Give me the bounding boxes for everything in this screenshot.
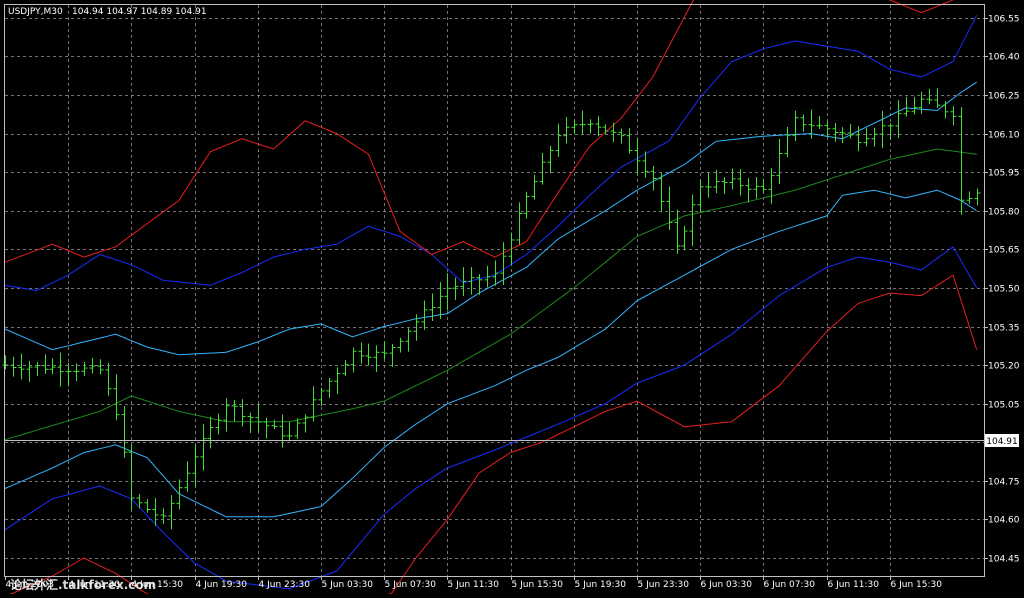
y-tick-label: 105.20	[988, 362, 1020, 372]
y-tick-label: 104.75	[988, 478, 1020, 488]
x-tick-label: 6 Jun 03:30	[701, 580, 753, 590]
y-tick-label: 104.45	[988, 555, 1020, 565]
chart-ohlc-label: 104.94 104.97 104.89 104.91	[72, 7, 207, 17]
y-tick-label: 105.80	[988, 208, 1020, 218]
y-tick-label: 105.50	[988, 285, 1020, 295]
x-tick-label: 5 Jun 15:30	[512, 580, 564, 590]
x-tick-label: 5 Jun 03:30	[322, 580, 374, 590]
y-tick-label: 105.05	[988, 401, 1020, 411]
y-tick-label: 106.10	[988, 131, 1020, 141]
x-tick-label: 4 Jun 23:30	[259, 580, 311, 590]
chart-symbol-label: USDJPY,M30	[8, 7, 63, 17]
x-tick-label: 5 Jun 11:30	[448, 580, 500, 590]
y-tick-label: 105.35	[988, 324, 1020, 334]
price-chart[interactable]: 106.55 106.40 106.25 106.10 105.95 105.80 105.…	[0, 0, 1024, 597]
y-tick-label: 105.95	[988, 169, 1020, 179]
chart-canvas[interactable]: 106.55 106.40 106.25 106.10 105.95 105.80 105.…	[0, 0, 1024, 597]
x-tick-label: 5 Jun 19:30	[575, 580, 627, 590]
price-tag: 104.91	[985, 434, 1019, 447]
y-tick-label: 104.60	[988, 516, 1020, 526]
x-tick-label: 6 Jun 15:30	[891, 580, 943, 590]
y-axis: 106.55 106.40 106.25 106.10 105.95 105.80 105.…	[984, 15, 1020, 565]
y-tick-label: 105.65	[988, 246, 1020, 256]
x-tick-label: 6 Jun 11:30	[828, 580, 880, 590]
x-tick-label: 5 Jun 07:30	[385, 580, 437, 590]
y-tick-label: 106.55	[988, 15, 1020, 25]
watermark: 论坛外汇.talkforex.com	[10, 577, 156, 592]
y-tick-label: 106.25	[988, 92, 1020, 102]
x-tick-label: 6 Jun 07:30	[764, 580, 816, 590]
price-tag-label: 104.91	[986, 437, 1018, 447]
x-tick-label: 4 Jun 19:30	[196, 580, 248, 590]
y-tick-label: 106.40	[988, 53, 1020, 63]
x-tick-label: 5 Jun 23:30	[638, 580, 690, 590]
